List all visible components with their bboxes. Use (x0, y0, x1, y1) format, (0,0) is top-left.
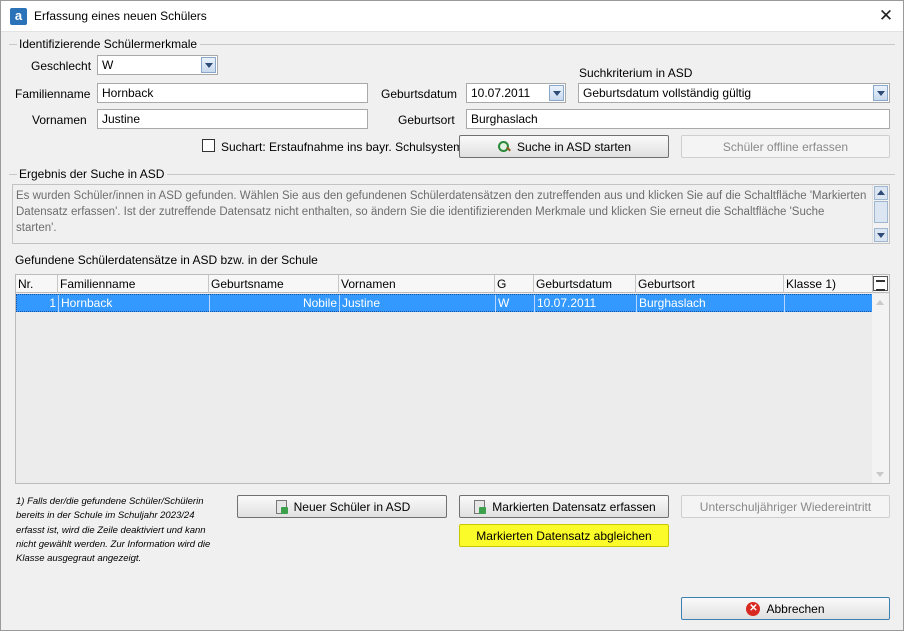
chevron-down-icon[interactable] (549, 85, 564, 101)
record-icon (472, 499, 487, 514)
geburtsdatum-picker[interactable]: 10.07.2011 (466, 83, 566, 103)
cell-vornamen: Justine (340, 295, 496, 312)
window-title: Erfassung eines neuen Schülers (34, 9, 207, 23)
cancel-icon: ✕ (746, 601, 761, 616)
geschlecht-select[interactable]: W (97, 55, 218, 75)
markierten-erfassen-button[interactable]: Markierten Datensatz erfassen (459, 495, 669, 518)
neuer-schueler-button-label: Neuer Schüler in ASD (293, 499, 411, 514)
group-title-result: Ergebnis der Suche in ASD (17, 167, 168, 181)
result-message-text: Es wurden Schüler/innen in ASD gefunden.… (16, 190, 867, 234)
footnote-text: 1) Falls der/die gefundene Schüler/Schül… (16, 496, 211, 565)
cell-geburtsdatum: 10.07.2011 (535, 295, 637, 312)
suchart-label: Suchart: Erstaufnahme ins bayr. Schulsys… (221, 140, 464, 154)
scroll-down-icon[interactable] (876, 472, 884, 477)
unterschul-wiedereintritt-button-label: Unterschuljähriger Wiedereintritt (699, 499, 872, 514)
abgleichen-button[interactable]: Markierten Datensatz abgleichen (459, 524, 669, 547)
cell-nr: 1 (17, 295, 59, 312)
title-bar: a Erfassung eines neuen Schülers ✕ (1, 1, 903, 32)
geburtsort-input[interactable]: Burghaslach (466, 109, 890, 129)
column-header-familienname[interactable]: Familienname (58, 275, 209, 293)
cell-geburtsort: Burghaslach (637, 295, 785, 312)
familienname-input[interactable]: Hornback (97, 83, 368, 103)
markierten-erfassen-button-label: Markierten Datensatz erfassen (492, 499, 656, 514)
column-header-geburtsname[interactable]: Geburtsname (209, 275, 339, 293)
scroll-up-icon[interactable] (874, 186, 888, 200)
table-header: Nr. Familienname Geburtsname Vornamen G … (16, 275, 889, 293)
column-header-klasse[interactable]: Klasse 1) (784, 275, 873, 293)
vornamen-label: Vornamen (32, 113, 87, 127)
geburtsort-label: Geburtsort (398, 113, 455, 127)
familienname-label: Familienname (15, 87, 91, 101)
offline-erfassen-button[interactable]: Schüler offline erfassen (681, 135, 890, 158)
result-scrollbar[interactable] (872, 185, 889, 243)
geburtsdatum-value: 10.07.2011 (471, 86, 531, 100)
table-row[interactable]: 1 Hornback Nobile Justine W 10.07.2011 B… (16, 294, 874, 312)
suchart-checkbox[interactable] (202, 139, 215, 152)
app-logo-icon: a (10, 8, 27, 25)
close-icon[interactable]: ✕ (875, 5, 897, 27)
cell-familienname: Hornback (59, 295, 210, 312)
search-icon (497, 140, 511, 154)
cell-klasse (785, 295, 874, 312)
vornamen-input[interactable]: Justine (97, 109, 368, 129)
suchkriterium-select[interactable]: Geburtsdatum vollständig gültig (578, 83, 890, 103)
group-title-identifying: Identifizierende Schülermerkmale (17, 37, 201, 51)
unterschul-wiedereintritt-button[interactable]: Unterschuljähriger Wiedereintritt (681, 495, 890, 518)
column-chooser-icon[interactable] (873, 276, 888, 291)
chevron-down-icon[interactable] (201, 57, 216, 73)
result-message-box: Es wurden Schüler/innen in ASD gefunden.… (12, 184, 890, 244)
geschlecht-label: Geschlecht (31, 59, 92, 73)
column-header-nr[interactable]: Nr. (16, 275, 58, 293)
scroll-down-icon[interactable] (874, 228, 888, 242)
suchkriterium-label: Suchkriterium in ASD (579, 66, 693, 80)
column-header-geburtsdatum[interactable]: Geburtsdatum (534, 275, 636, 293)
suchkriterium-value: Geburtsdatum vollständig gültig (583, 86, 752, 100)
offline-erfassen-button-label: Schüler offline erfassen (722, 139, 849, 154)
neuer-schueler-button[interactable]: Neuer Schüler in ASD (237, 495, 447, 518)
scroll-up-icon[interactable] (876, 300, 884, 305)
geburtsdatum-label: Geburtsdatum (381, 87, 458, 101)
search-asd-button[interactable]: Suche in ASD starten (459, 135, 669, 158)
geschlecht-value: W (102, 58, 114, 72)
search-asd-button-label: Suche in ASD starten (516, 139, 632, 154)
cancel-button[interactable]: ✕ Abbrechen (681, 597, 890, 620)
table-scrollbar[interactable] (872, 294, 889, 483)
table-title: Gefundene Schülerdatensätze in ASD bzw. … (15, 253, 318, 267)
scroll-thumb[interactable] (874, 201, 888, 223)
chevron-down-icon[interactable] (873, 85, 888, 101)
results-table: Nr. Familienname Geburtsname Vornamen G … (15, 274, 890, 484)
new-document-icon (274, 499, 288, 514)
abgleichen-button-label: Markierten Datensatz abgleichen (476, 528, 652, 543)
cell-geburtsname: Nobile (210, 295, 340, 312)
cell-g: W (496, 295, 535, 312)
dialog-window: a Erfassung eines neuen Schülers ✕ Ident… (0, 0, 904, 631)
column-header-vornamen[interactable]: Vornamen (339, 275, 495, 293)
column-header-geburtsort[interactable]: Geburtsort (636, 275, 784, 293)
cancel-button-label: Abbrechen (766, 601, 825, 616)
column-header-g[interactable]: G (495, 275, 534, 293)
